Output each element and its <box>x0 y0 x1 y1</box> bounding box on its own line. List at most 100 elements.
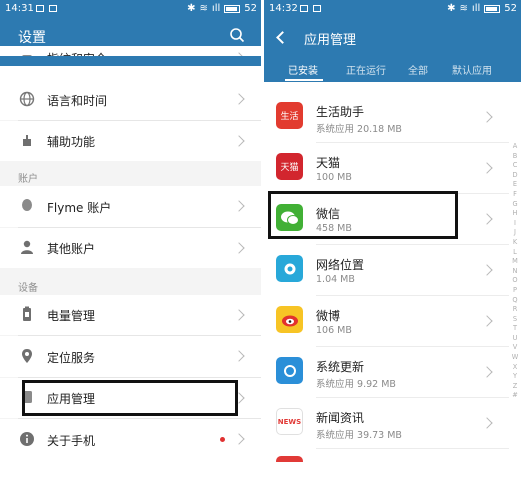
system-update-app-icon <box>276 357 303 384</box>
app-row-partial <box>264 452 509 462</box>
battery-status-icon <box>484 4 501 13</box>
chevron-right-icon <box>233 309 245 321</box>
app-row-network-location[interactable]: 网络位置 1.04 MB <box>264 245 509 295</box>
person-icon <box>19 239 35 255</box>
tab-default-apps[interactable]: 默认应用 <box>452 62 492 77</box>
alphabet-letter[interactable]: A <box>513 142 518 152</box>
image-icon <box>313 5 321 12</box>
chevron-right-icon <box>481 315 493 327</box>
search-icon[interactable] <box>229 27 245 43</box>
chevron-right-icon <box>233 135 245 147</box>
tab-all[interactable]: 全部 <box>408 62 428 77</box>
settings-item-label: 定位服务 <box>47 351 96 365</box>
settings-item-label: 关于手机 <box>47 434 96 448</box>
battery-level: 52 <box>244 3 257 14</box>
alphabet-letter[interactable]: M <box>512 257 518 267</box>
alphabet-letter[interactable]: K <box>513 238 517 248</box>
back-arrow-icon[interactable] <box>276 31 289 44</box>
alphabet-letter[interactable]: H <box>513 209 518 219</box>
alphabet-letter[interactable]: O <box>512 276 517 286</box>
alphabet-letter[interactable]: S <box>513 315 517 325</box>
settings-item-flyme-account[interactable]: Flyme 账户 <box>0 186 261 227</box>
alphabet-letter[interactable]: W <box>512 353 519 363</box>
bluetooth-icon: ✱ <box>187 3 196 14</box>
alphabet-index[interactable]: A B C D E F G H I J K L M N O P Q R S T U V W X Y Z # <box>509 142 521 401</box>
section-header-accounts: 账户 <box>18 174 38 185</box>
app-row-news[interactable]: NEWS 新闻资讯 系统应用 39.73 MB <box>264 398 509 448</box>
alphabet-letter[interactable]: G <box>512 200 517 210</box>
app-row-life-assistant[interactable]: 生活 生活助手 系统应用 20.18 MB <box>264 92 509 142</box>
header-overlap <box>0 56 261 66</box>
alphabet-letter[interactable]: E <box>513 180 517 190</box>
app-row-weibo[interactable]: 微博 106 MB <box>264 296 509 346</box>
alphabet-letter[interactable]: P <box>513 286 517 296</box>
news-app-icon: NEWS <box>276 408 303 435</box>
alphabet-letter[interactable]: Z <box>513 382 518 392</box>
alphabet-letter[interactable]: Y <box>513 372 517 382</box>
settings-item-other-accounts[interactable]: 其他账户 <box>0 228 261 268</box>
alphabet-letter[interactable]: # <box>512 391 518 401</box>
alphabet-letter[interactable]: X <box>513 363 518 373</box>
app-name: 网络位置 <box>316 258 365 272</box>
app-name: 天猫 <box>316 156 341 170</box>
settings-item-label: 其他账户 <box>47 242 96 256</box>
hand-icon <box>19 132 35 148</box>
alphabet-letter[interactable]: L <box>513 248 517 258</box>
chevron-right-icon <box>481 111 493 123</box>
settings-item-about-phone[interactable]: 关于手机 <box>0 419 261 462</box>
app-name: 系统更新 <box>316 360 365 374</box>
alphabet-letter[interactable]: J <box>514 228 516 238</box>
notification-icon <box>36 5 44 12</box>
highlight-box-app-management <box>22 380 238 416</box>
settings-item-language[interactable]: 语言和时间 <box>0 79 261 120</box>
alphabet-letter[interactable]: U <box>513 334 518 344</box>
chevron-right-icon <box>481 162 493 174</box>
alphabet-letter[interactable]: Q <box>512 296 517 306</box>
alphabet-letter[interactable]: N <box>513 267 518 277</box>
chevron-right-icon <box>233 242 245 254</box>
bluetooth-icon: ✱ <box>447 3 456 14</box>
tab-running[interactable]: 正在运行 <box>346 62 386 77</box>
signal-icon: ıll <box>211 3 221 14</box>
alphabet-letter[interactable]: D <box>512 171 517 181</box>
alphabet-letter[interactable]: V <box>513 343 518 353</box>
divider <box>316 448 509 449</box>
app-row-tmall[interactable]: 天猫 天猫 100 MB <box>264 143 509 193</box>
tab-installed[interactable]: 已安装 <box>288 62 318 77</box>
app-row-system-update[interactable]: 系统更新 系统应用 9.92 MB <box>264 347 509 397</box>
app-name: 微博 <box>316 309 341 323</box>
settings-item-location[interactable]: 定位服务 <box>0 336 261 377</box>
alphabet-letter[interactable]: C <box>513 161 518 171</box>
settings-item-label: 电量管理 <box>47 309 96 323</box>
app-meta: 系统应用 20.18 MB <box>316 124 402 135</box>
settings-item-battery[interactable]: 电量管理 <box>0 295 261 335</box>
alphabet-letter[interactable]: B <box>513 152 518 162</box>
life-assistant-app-icon: 生活 <box>276 102 303 129</box>
chevron-right-icon <box>233 350 245 362</box>
page-title: 应用管理 <box>304 33 357 48</box>
settings-item-label: Flyme 账户 <box>47 201 112 215</box>
alphabet-letter[interactable]: R <box>513 305 518 315</box>
page-title: 设置 <box>18 30 46 46</box>
alphabet-letter[interactable]: T <box>513 324 517 334</box>
chevron-right-icon <box>233 93 245 105</box>
settings-item-label: 辅助功能 <box>47 135 96 149</box>
section-header-device: 设备 <box>18 283 38 294</box>
battery-icon <box>19 306 35 322</box>
chevron-right-icon <box>481 213 493 225</box>
weibo-app-icon <box>276 306 303 333</box>
settings-screen: 14:31 ✱ ≋ ıll 52 设置 指纹和安全 语言和时间 <box>0 0 261 462</box>
wifi-icon: ≋ <box>199 3 208 14</box>
notification-icon <box>300 5 308 12</box>
active-tab-indicator <box>285 79 323 81</box>
globe-icon <box>19 91 35 107</box>
app-meta: 1.04 MB <box>316 274 355 285</box>
alphabet-letter[interactable]: I <box>514 219 516 229</box>
tmall-app-icon: 天猫 <box>276 153 303 180</box>
alphabet-letter[interactable]: F <box>513 190 517 200</box>
status-time: 14:32 <box>269 3 298 14</box>
app-meta: 106 MB <box>316 325 352 336</box>
location-pin-icon <box>19 348 35 364</box>
settings-item-accessibility[interactable]: 辅助功能 <box>0 121 261 161</box>
chevron-right-icon <box>233 433 245 445</box>
